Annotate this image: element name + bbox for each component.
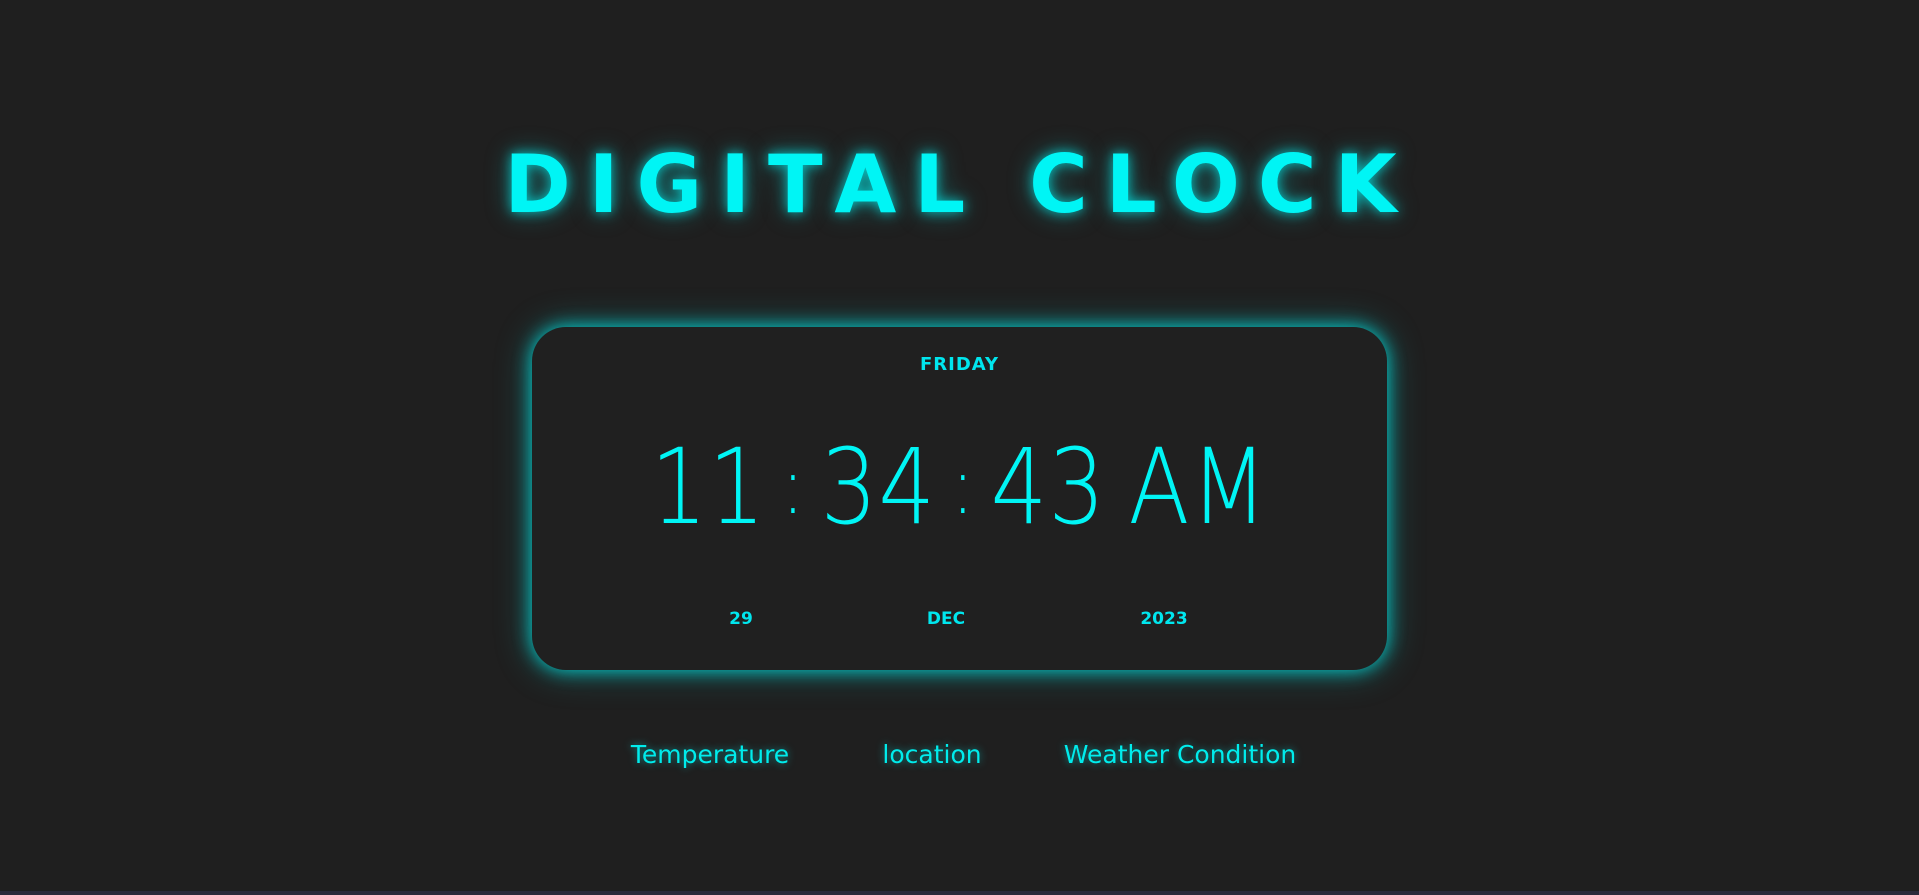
date-year: 2023 [1140,609,1188,629]
time-separator: : [781,442,806,532]
date-day: 29 [729,609,753,629]
time-display: 11:34:43 AM [592,427,1327,547]
location-label: location [882,740,982,769]
period: AM [1128,426,1269,548]
weather-condition-label: Weather Condition [1063,740,1297,769]
seconds: 43 [990,426,1107,548]
temperature-label: Temperature [630,740,790,769]
date-row: 29 Dec 2023 [532,609,1387,633]
page-title: Digital Clock [504,138,1415,231]
bottom-border [0,891,1919,895]
day-name: Friday [919,354,1000,375]
minutes: 34 [820,426,937,548]
date-month: Dec [926,609,966,629]
clock-card: Friday 11:34:43 AM 29 Dec 2023 [532,327,1387,670]
hours: 11 [650,426,767,548]
weather-row: Temperature location Weather Condition [0,740,1919,776]
time-separator: : [951,442,975,532]
